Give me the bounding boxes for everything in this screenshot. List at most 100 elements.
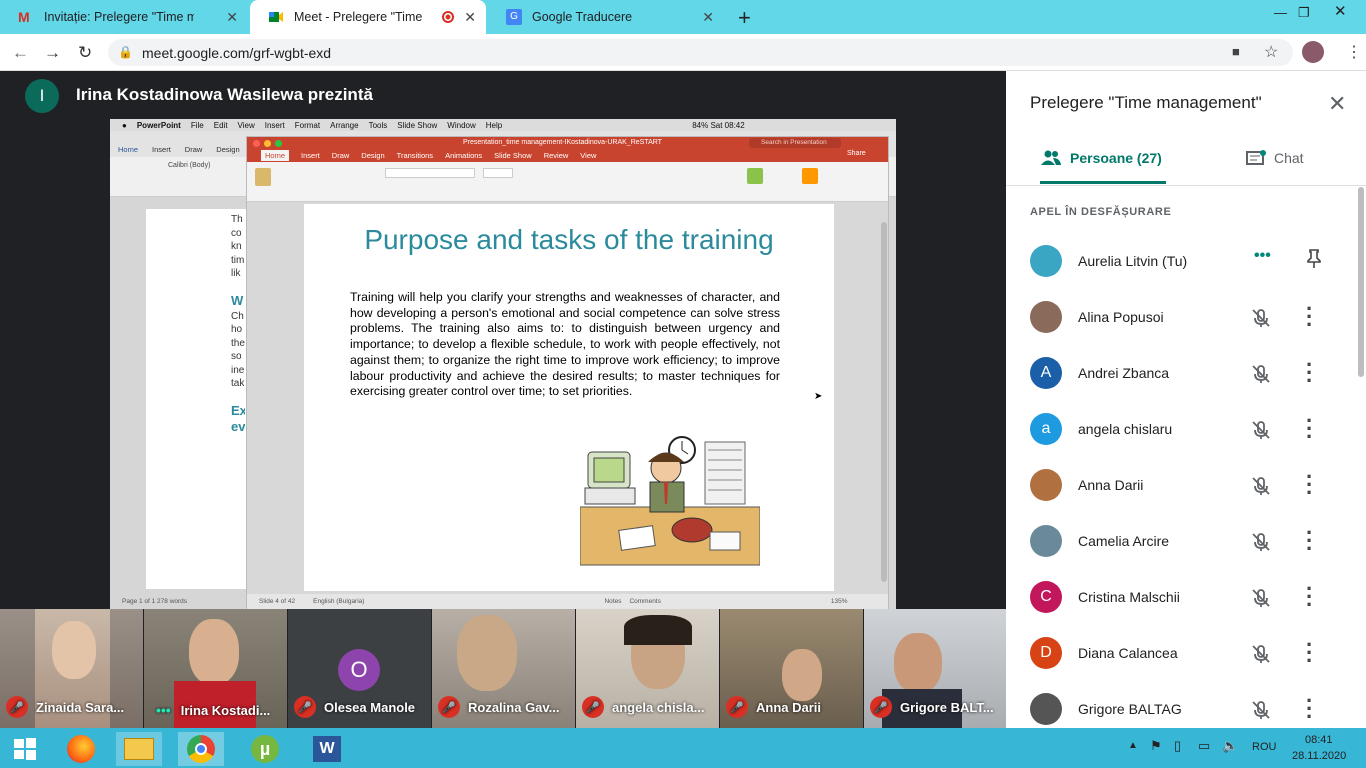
firefox-icon[interactable] <box>58 732 104 766</box>
url-text[interactable]: meet.google.com/grf-wgbt-exd <box>142 45 331 61</box>
video-tile[interactable]: 🎤 Anna Darii <box>720 609 863 728</box>
clock-date[interactable]: 28.11.2020 <box>1292 750 1346 762</box>
presentation-stage: I Irina Kostadinowa Wasilewa prezintă ● … <box>0 71 1006 609</box>
chrome-icon[interactable] <box>178 732 224 766</box>
more-options-icon[interactable]: · · · <box>1306 634 1313 672</box>
avatar: C <box>1030 581 1062 613</box>
slide-scrollbar[interactable] <box>881 222 887 582</box>
back-icon[interactable]: ← <box>12 43 29 63</box>
menu-icon[interactable]: ⋮ <box>1346 42 1362 62</box>
utorrent-icon[interactable]: µ <box>242 732 288 766</box>
participant-name: angela chislaru <box>1078 421 1173 437</box>
mouse-cursor-icon: ➤ <box>814 391 823 402</box>
participant-name: Anna Darii <box>1078 477 1144 493</box>
mic-off-icon <box>1250 419 1272 441</box>
tab-chat[interactable]: Chat <box>1246 150 1304 171</box>
tab-people[interactable]: Persoane (27) <box>1040 150 1166 184</box>
ppt-search[interactable]: Search in Presentation <box>749 138 841 148</box>
stressed-worker-illustration <box>579 432 761 566</box>
mic-off-icon <box>1250 363 1272 385</box>
participant-row[interactable]: Grigore BALTAG · · · <box>1030 690 1340 728</box>
tab-meet[interactable]: Meet - Prelegere "Time man ✕ <box>250 0 486 34</box>
mic-off-icon: 🎤 <box>870 696 892 718</box>
reload-icon[interactable]: ↻ <box>78 43 92 63</box>
volume-icon[interactable]: 🔈 <box>1222 738 1238 754</box>
windows-start-icon[interactable] <box>2 732 48 766</box>
word-icon[interactable]: W <box>304 732 350 766</box>
video-tile[interactable]: O 🎤 Olesea Manole <box>288 609 431 728</box>
recording-icon <box>442 11 454 23</box>
avatar: O <box>338 649 380 691</box>
avatar <box>1030 525 1062 557</box>
clock-time[interactable]: 08:41 <box>1305 734 1333 746</box>
participant-video-strip: 🎤 Zinaida Sara... ••• Irina Kostadi... O 🎤… <box>0 609 1007 728</box>
camera-icon[interactable]: ■ <box>1232 44 1240 59</box>
video-tile[interactable]: 🎤 angela chisla... <box>576 609 719 728</box>
more-options-icon[interactable]: ••• <box>1254 247 1271 265</box>
new-tab-button[interactable]: + <box>738 5 751 31</box>
more-options-icon[interactable]: · · · <box>1306 522 1313 560</box>
ppt-ribbon <box>247 162 888 202</box>
network-icon[interactable]: ▭ <box>1198 738 1210 754</box>
minimize-button[interactable]: — <box>1274 5 1287 20</box>
close-icon[interactable]: ✕ <box>1328 91 1346 117</box>
people-icon <box>1040 150 1062 169</box>
maximize-button[interactable]: ❐ <box>1298 5 1310 21</box>
forward-icon[interactable]: → <box>44 43 61 63</box>
slide-body: Training will help you clarify your stre… <box>350 290 780 399</box>
mic-off-icon <box>1250 531 1272 553</box>
participant-name: Camelia Arcire <box>1078 533 1170 549</box>
avatar: A <box>1030 357 1062 389</box>
browser-tab-strip: M Invitație: Prelegere "Time manag ✕ Mee… <box>0 0 1366 34</box>
video-tile[interactable]: 🎤 Rozalina Gav... <box>432 609 575 728</box>
participant-row[interactable]: Alina Popusoi · · · <box>1030 298 1340 336</box>
mic-off-icon <box>1250 587 1272 609</box>
participant-row[interactable]: D Diana Calancea · · · <box>1030 634 1340 672</box>
arrange-icon[interactable] <box>802 168 818 184</box>
more-options-icon[interactable]: · · · <box>1306 578 1313 616</box>
participant-row[interactable]: Aurelia Litvin (Tu) ••• <box>1030 243 1340 279</box>
video-tile[interactable]: ••• Irina Kostadi... <box>144 609 287 728</box>
participant-row[interactable]: C Cristina Malschii · · · <box>1030 578 1340 616</box>
close-tab-icon[interactable]: ✕ <box>702 9 714 26</box>
paste-icon[interactable] <box>255 168 271 186</box>
video-tile[interactable]: 🎤 Zinaida Sara... <box>0 609 143 728</box>
picture-icon[interactable] <box>747 168 763 184</box>
mic-off-icon: 🎤 <box>726 696 748 718</box>
more-options-icon[interactable]: · · · <box>1306 410 1313 448</box>
section-label: APEL ÎN DESFĂȘURARE <box>1030 206 1172 218</box>
close-window-button[interactable]: ✕ <box>1334 2 1347 20</box>
mic-off-icon <box>1250 699 1272 721</box>
profile-avatar[interactable] <box>1302 41 1324 63</box>
tray-device-icon[interactable]: ▯ <box>1174 738 1181 754</box>
pin-icon[interactable] <box>1306 249 1322 274</box>
language-indicator[interactable]: ROU <box>1252 741 1276 753</box>
more-options-icon[interactable]: · · · <box>1306 466 1313 504</box>
close-tab-icon[interactable]: ✕ <box>464 9 476 26</box>
participant-name: Cristina Malschii <box>1078 589 1180 605</box>
more-options-icon[interactable]: · · · <box>1306 354 1313 392</box>
tray-flag-icon[interactable]: ⚑ <box>1150 738 1162 754</box>
ppt-ribbon-tabs: Home Insert Draw Design Transitions Anim… <box>247 149 888 162</box>
participant-row[interactable]: a angela chislaru · · · <box>1030 410 1340 448</box>
ppt-status-bar: Slide 4 of 42 English (Bulgaria) Notes C… <box>247 594 888 609</box>
participant-row[interactable]: A Andrei Zbanca · · · <box>1030 354 1340 392</box>
tab-invitation[interactable]: M Invitație: Prelegere "Time manag ✕ <box>0 0 248 34</box>
participant-row[interactable]: Anna Darii · · · <box>1030 466 1340 504</box>
slide-title: Purpose and tasks of the training <box>364 224 774 255</box>
mic-off-icon: 🎤 <box>582 696 604 718</box>
star-icon[interactable]: ☆ <box>1264 42 1278 62</box>
tray-chevron-icon[interactable]: ▲ <box>1128 740 1138 751</box>
video-tile[interactable]: 🎤 Grigore BALT... <box>864 609 1007 728</box>
omnibox[interactable]: 🔒 meet.google.com/grf-wgbt-exd ■ ☆ <box>108 39 1293 66</box>
participant-row[interactable]: Camelia Arcire · · · <box>1030 522 1340 560</box>
mic-off-icon: 🎤 <box>6 696 28 718</box>
close-tab-icon[interactable]: ✕ <box>226 9 238 26</box>
tab-translate[interactable]: G Google Traducere ✕ <box>488 0 724 34</box>
panel-scrollbar[interactable] <box>1358 187 1364 377</box>
file-explorer-icon[interactable] <box>116 732 162 766</box>
apple-icon: ● <box>122 120 127 130</box>
more-options-icon[interactable]: · · · <box>1306 298 1313 336</box>
more-options-icon[interactable]: · · · <box>1306 690 1313 728</box>
lock-icon: 🔒 <box>118 45 133 59</box>
